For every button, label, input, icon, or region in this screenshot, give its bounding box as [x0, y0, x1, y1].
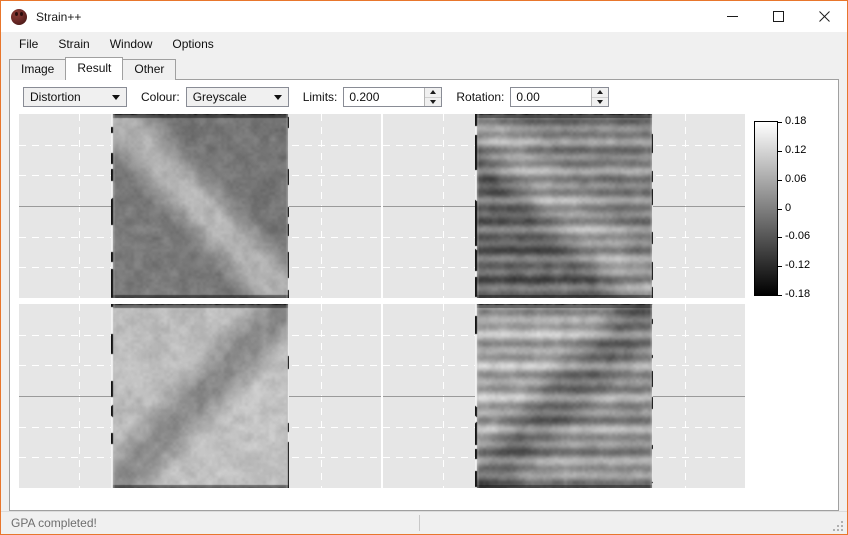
close-icon — [818, 11, 830, 22]
colorbar-panel: 0.18 0.12 0.06 0 -0.06 -0.12 -0.18 — [747, 114, 835, 488]
close-button[interactable] — [801, 1, 847, 32]
tab-other[interactable]: Other — [122, 59, 177, 80]
result-toolbar: Distortion Colour: Greyscale Limits: 0.2… — [10, 80, 838, 114]
colorbar-tick-label: -0.12 — [785, 259, 811, 271]
plot-grid: 0.18 0.12 0.06 0 -0.06 -0.12 -0.18 — [10, 114, 838, 506]
view-select-value: Distortion — [30, 90, 81, 104]
menu-item-strain[interactable]: Strain — [49, 34, 98, 54]
maximize-button[interactable] — [755, 1, 801, 32]
colorbar-tick — [777, 266, 782, 267]
colorbar-tick-label: 0.06 — [785, 173, 807, 185]
minimize-button[interactable] — [709, 1, 755, 32]
plot-panel-bottom-right[interactable] — [383, 304, 745, 488]
menu-item-file[interactable]: File — [10, 34, 47, 54]
colorbar-tick — [777, 151, 782, 152]
tab-page-result: Distortion Colour: Greyscale Limits: 0.2… — [9, 79, 839, 511]
window-title: Strain++ — [36, 9, 82, 24]
menu-item-window[interactable]: Window — [101, 34, 162, 54]
colorbar-tick-label: -0.18 — [785, 288, 811, 300]
plot-panel-bottom-left[interactable] — [19, 304, 381, 488]
plot-panel-top-left[interactable] — [19, 114, 381, 298]
colorbar-gradient — [754, 121, 778, 296]
plot-image-top-right — [475, 114, 653, 298]
menu-bar: File Strain Window Options — [1, 32, 847, 55]
tab-result[interactable]: Result — [65, 57, 124, 80]
plot-image-bottom-right — [475, 304, 653, 488]
resize-grip[interactable] — [832, 520, 843, 531]
colorbar-tick — [777, 180, 782, 181]
rotation-spinbox[interactable]: 0.00 — [510, 87, 610, 107]
limits-stepper[interactable] — [424, 88, 442, 107]
menu-item-options[interactable]: Options — [163, 34, 222, 54]
colorbar-tick-label: 0.12 — [785, 144, 807, 156]
status-separator — [419, 515, 420, 531]
chevron-down-icon — [106, 88, 126, 106]
colour-label: Colour: — [141, 90, 180, 104]
rotation-stepper[interactable] — [591, 88, 609, 107]
rotation-value: 0.00 — [516, 90, 540, 104]
title-bar: Strain++ — [1, 1, 847, 32]
limits-label: Limits: — [302, 90, 338, 104]
limits-value: 0.200 — [349, 90, 380, 104]
rotation-label: Rotation: — [456, 90, 505, 104]
colorbar-tick — [777, 295, 782, 296]
plot-image-top-left — [111, 114, 289, 298]
status-bar: GPA completed! — [1, 511, 847, 534]
tab-image[interactable]: Image — [9, 59, 67, 80]
view-select[interactable]: Distortion — [23, 87, 127, 107]
window-controls — [709, 1, 847, 32]
chevron-down-icon — [268, 88, 288, 106]
limits-step-down[interactable] — [425, 98, 441, 107]
maximize-icon — [772, 11, 784, 22]
plot-image-bottom-left — [111, 304, 289, 488]
colour-select[interactable]: Greyscale — [185, 87, 289, 107]
colorbar-tick-label: 0 — [785, 202, 792, 214]
colorbar-tick — [777, 122, 782, 123]
colorbar-tick-label: 0.18 — [785, 115, 807, 127]
limits-step-up[interactable] — [425, 88, 442, 98]
limits-spinbox[interactable]: 0.200 — [343, 87, 443, 107]
status-message: GPA completed! — [11, 516, 97, 530]
minimize-icon — [726, 16, 738, 17]
rotation-step-down[interactable] — [592, 98, 608, 107]
app-bullseye-icon — [11, 8, 27, 25]
colorbar-tick — [777, 209, 782, 210]
colorbar-tick-label: -0.06 — [785, 230, 811, 242]
client-area: Image Result Other Distortion Colour: Gr… — [1, 55, 847, 511]
plot-panel-top-right[interactable] — [383, 114, 745, 298]
app-window: Strain++ File Strain Window Options Imag… — [0, 0, 848, 535]
colour-select-value: Greyscale — [192, 90, 247, 104]
tab-strip: Image Result Other — [9, 57, 177, 80]
colorbar-tick — [777, 237, 782, 238]
rotation-step-up[interactable] — [592, 88, 609, 98]
